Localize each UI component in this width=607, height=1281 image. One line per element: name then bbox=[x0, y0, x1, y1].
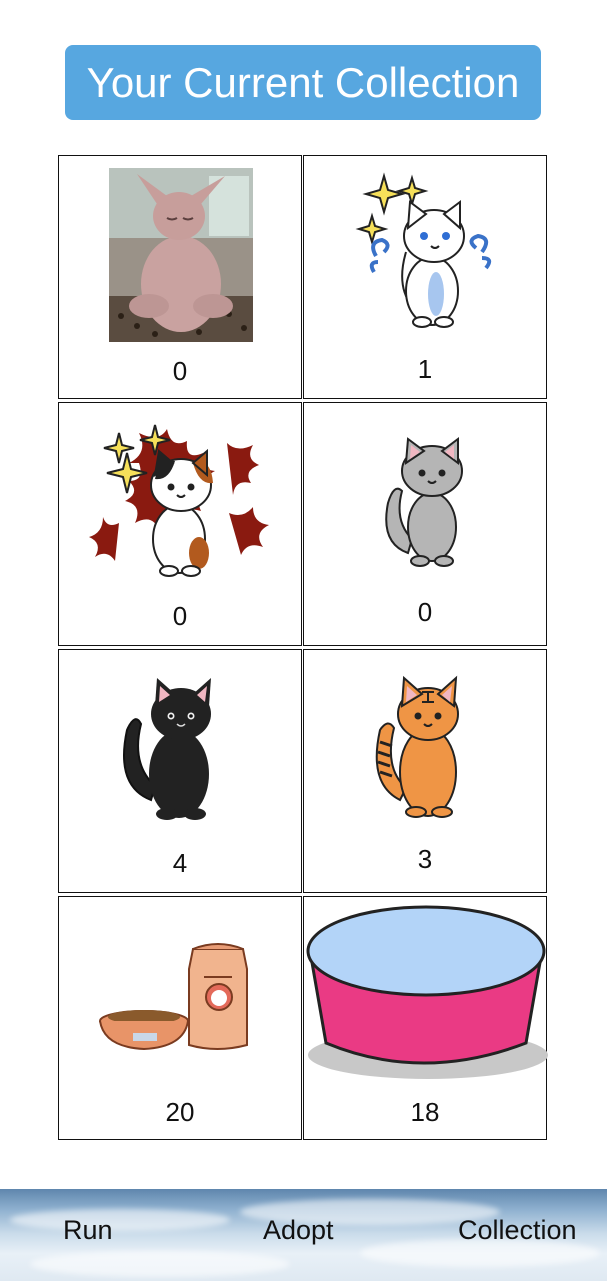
collection-cell-sparkle-white-cat[interactable]: 1 bbox=[303, 155, 547, 399]
collection-cell-orange-tabby-cat[interactable]: 3 bbox=[303, 649, 547, 893]
collection-cell-sparkle-calico-cat[interactable]: 0 bbox=[58, 402, 302, 646]
collection-count: 0 bbox=[172, 356, 188, 386]
collection-cell-gray-cat[interactable]: 0 bbox=[303, 402, 547, 646]
collection-count: 1 bbox=[417, 354, 433, 384]
collection-title: Your Current Collection bbox=[86, 58, 520, 106]
collection-grid: 0 1 0 0 4 3 20 18 bbox=[58, 155, 548, 1141]
collection-count: 0 bbox=[172, 601, 188, 631]
collection-count: 18 bbox=[410, 1097, 440, 1127]
bottom-tab-bar: Run Adopt Collection bbox=[0, 1189, 607, 1281]
collection-cell-cat-food[interactable]: 20 bbox=[58, 896, 302, 1140]
collection-cell-black-cat[interactable]: 4 bbox=[58, 649, 302, 893]
collection-title-button[interactable]: Your Current Collection bbox=[65, 45, 541, 120]
collection-count: 4 bbox=[172, 848, 188, 878]
collection-cell-pink-bowl[interactable]: 18 bbox=[303, 896, 548, 1140]
collection-count: 0 bbox=[417, 597, 433, 627]
collection-count: 3 bbox=[417, 844, 433, 874]
collection-count: 20 bbox=[165, 1097, 195, 1127]
collection-cell-hairless-cat[interactable]: 0 bbox=[58, 155, 302, 399]
tab-collection[interactable]: Collection bbox=[458, 1215, 577, 1246]
tab-run[interactable]: Run bbox=[63, 1215, 113, 1246]
tab-adopt[interactable]: Adopt bbox=[263, 1215, 334, 1246]
